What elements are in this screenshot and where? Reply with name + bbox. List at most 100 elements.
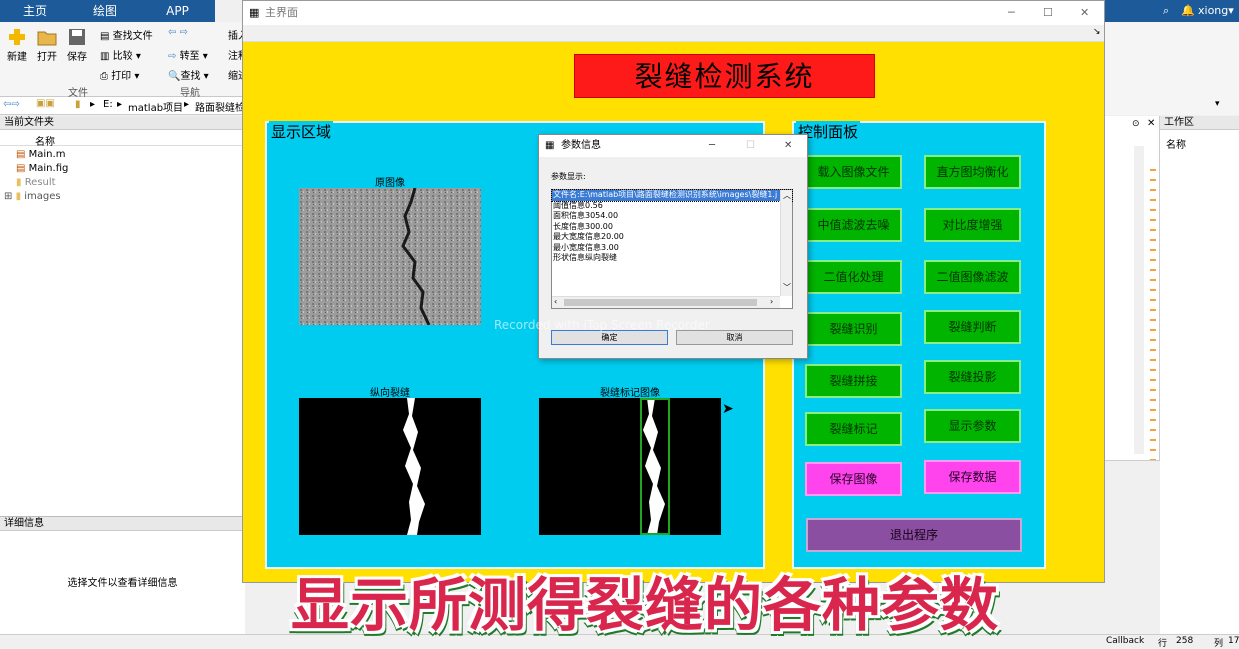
list-item[interactable]: ▤ Main.fig — [16, 163, 68, 174]
expand-panel-icon[interactable]: ⊙ — [1132, 119, 1140, 129]
open-button[interactable]: 打开 — [34, 28, 60, 63]
goto-button[interactable]: ⇨ 转至 ▾ — [168, 47, 208, 62]
control-panel: 控制面板 载入图像文件 直方图均衡化 中值滤波去噪 对比度增强 二值化处理 二值… — [792, 121, 1046, 569]
dock-icon[interactable]: ↘ — [1093, 27, 1101, 37]
save-button[interactable]: 保存 — [64, 28, 90, 63]
details-hint: 选择文件以查看详细信息 — [67, 578, 178, 589]
crack-recognition-button[interactable]: 裂缝识别 — [805, 312, 902, 346]
save-image-button[interactable]: 保存图像 — [805, 462, 902, 496]
vertical-scrollbar[interactable] — [1134, 146, 1144, 454]
save-data-button[interactable]: 保存数据 — [924, 460, 1021, 494]
window-titlebar[interactable]: ▦ 主界面 ─ ☐ ✕ — [243, 1, 1104, 25]
crack-judgment-button[interactable]: 裂缝判断 — [924, 310, 1021, 344]
editor-scroll-area: ⊙ ✕ — [1105, 116, 1160, 461]
binarize-button[interactable]: 二值化处理 — [805, 260, 902, 294]
cancel-button[interactable]: 取消 — [676, 330, 793, 345]
tab-home[interactable]: 主页 — [0, 0, 70, 22]
dropdown-arrow-icon[interactable]: ▾ — [1215, 99, 1220, 109]
list-item[interactable]: 形状信息纵向裂缝 — [552, 253, 792, 264]
show-parameters-button[interactable]: 显示参数 — [924, 409, 1021, 443]
app-title: 裂缝检测系统 — [574, 54, 875, 98]
chevron-down-icon[interactable]: ﹀ — [783, 282, 791, 293]
crack-projection-button[interactable]: 裂缝投影 — [924, 360, 1021, 394]
crack-splicing-button[interactable]: 裂缝拼接 — [805, 364, 902, 398]
file-name: Main.fig — [28, 163, 69, 174]
folder-icon — [37, 31, 57, 46]
find-files-label: 查找文件 — [112, 31, 153, 42]
folder-up-icon[interactable]: ▣▣ — [36, 98, 55, 109]
close-icon[interactable]: ✕ — [1147, 118, 1155, 129]
crack-marking-button[interactable]: 裂缝标记 — [805, 412, 902, 446]
compare-icon: ▥ — [100, 51, 113, 62]
list-item[interactable]: 面积信息3054.00 — [552, 211, 792, 222]
close-icon[interactable]: ✕ — [1080, 1, 1089, 25]
load-image-button[interactable]: 载入图像文件 — [805, 155, 902, 189]
fig-file-icon: ▤ — [16, 163, 29, 174]
list-item[interactable]: ⊞ ▮ images — [4, 191, 61, 202]
folder-name: images — [24, 191, 61, 202]
search-icon[interactable]: ⌕ — [1163, 4, 1169, 18]
horizontal-scrollbar[interactable]: ‹ › — [552, 296, 780, 308]
details-header: 详细信息 — [0, 517, 245, 531]
maximize-icon[interactable]: ☐ — [1043, 1, 1053, 25]
user-menu[interactable]: xiong▾ — [1198, 4, 1234, 17]
status-col: 17 — [1228, 636, 1239, 646]
chevron-left-icon[interactable]: ‹ — [554, 297, 557, 306]
find-files-button[interactable]: ▤ 查找文件 — [100, 27, 153, 42]
chevron-right-icon[interactable]: › — [770, 297, 773, 306]
workspace-name-column[interactable]: 名称 — [1166, 136, 1186, 151]
longitudinal-crack-image — [299, 398, 481, 535]
chevron-up-icon[interactable]: ︿ — [783, 190, 791, 201]
compare-button[interactable]: ▥ 比较 ▾ — [100, 47, 141, 62]
list-item[interactable]: 文件名:E:\matlab项目\路面裂缝检测识别系统\images\裂缝1.j — [551, 189, 793, 202]
minimize-icon[interactable]: ─ — [1008, 1, 1015, 25]
list-item[interactable]: 最大宽度信息20.00 — [552, 232, 792, 243]
list-item[interactable]: ▤ Main.m — [16, 149, 65, 160]
parameter-listbox[interactable]: 文件名:E:\matlab项目\路面裂缝检测识别系统\images\裂缝1.j … — [551, 189, 793, 309]
longitudinal-crack-label: 纵向裂缝 — [370, 388, 410, 399]
scrollbar-thumb[interactable] — [564, 299, 757, 306]
list-item[interactable]: 长度信息300.00 — [552, 222, 792, 233]
bell-icon[interactable]: 🔔 — [1181, 4, 1195, 17]
print-button[interactable]: ⎙ 打印 ▾ — [100, 67, 139, 82]
find-button[interactable]: 🔍查找 ▾ — [168, 67, 209, 82]
nav-arrows-icon[interactable]: ⇦⇨ — [3, 99, 20, 110]
status-col-label: 列 — [1214, 639, 1224, 649]
binary-filter-button[interactable]: 二值图像滤波 — [924, 260, 1021, 294]
back-forward-buttons[interactable]: ⇦ ⇨ — [168, 27, 188, 38]
workspace-panel: 工作区 名称 — [1160, 116, 1239, 634]
ok-button[interactable]: 确定 — [551, 330, 668, 345]
close-icon[interactable]: ✕ — [784, 135, 792, 157]
plus-icon — [9, 29, 25, 45]
median-filter-button[interactable]: 中值滤波去噪 — [805, 208, 902, 242]
breadcrumb-drive[interactable]: E: — [103, 99, 113, 110]
new-button[interactable]: 新建 — [4, 28, 30, 63]
tab-plots[interactable]: 绘图 — [70, 0, 140, 22]
new-label: 新建 — [7, 52, 27, 63]
marked-crack-label: 裂缝标记图像 — [600, 388, 660, 399]
list-item[interactable]: 最小宽度信息3.00 — [552, 243, 792, 254]
exit-button[interactable]: 退出程序 — [806, 518, 1022, 552]
breadcrumb-sep-icon: ▸ — [184, 99, 190, 110]
m-file-icon: ▤ — [16, 149, 29, 160]
list-item[interactable]: ▮ Result — [16, 177, 56, 188]
goto-icon: ⇨ — [168, 51, 180, 62]
histogram-equalization-button[interactable]: 直方图均衡化 — [924, 155, 1021, 189]
file-name: Main.m — [28, 149, 66, 160]
dialog-titlebar[interactable]: ▦ 参数信息 ─ ☐ ✕ — [539, 135, 807, 157]
address-bar[interactable]: ⇦⇨ ▣▣ ▮ ▸ E: ▸ matlab项目 ▸ 路面裂缝检 — [0, 97, 245, 115]
vertical-scrollbar[interactable]: ︿ ﹀ — [780, 190, 792, 296]
minimize-icon[interactable]: ─ — [709, 135, 715, 157]
contrast-enhance-button[interactable]: 对比度增强 — [924, 208, 1021, 242]
name-column-header[interactable]: 名称 — [35, 133, 55, 148]
breadcrumb-folder2[interactable]: 路面裂缝检 — [195, 99, 245, 114]
matlab-logo-icon: ▦ — [249, 6, 260, 19]
list-item[interactable]: 阈值信息0.56 — [552, 201, 792, 212]
folder-icon: ▮ — [75, 99, 81, 110]
expand-icon[interactable]: ⊞ — [4, 191, 16, 202]
tab-apps[interactable]: APP — [140, 0, 215, 22]
breadcrumb-folder1[interactable]: matlab项目 — [128, 99, 183, 114]
ribbon: 新建 打开 保存 ▤ 查找文件 ▥ 比较 ▾ ⎙ 打印 ▾ ⇦ ⇨ ⇨ 转至 ▾… — [0, 22, 248, 99]
dialog-label: 参数显示: — [551, 172, 586, 181]
tab-editor[interactable] — [215, 0, 243, 22]
